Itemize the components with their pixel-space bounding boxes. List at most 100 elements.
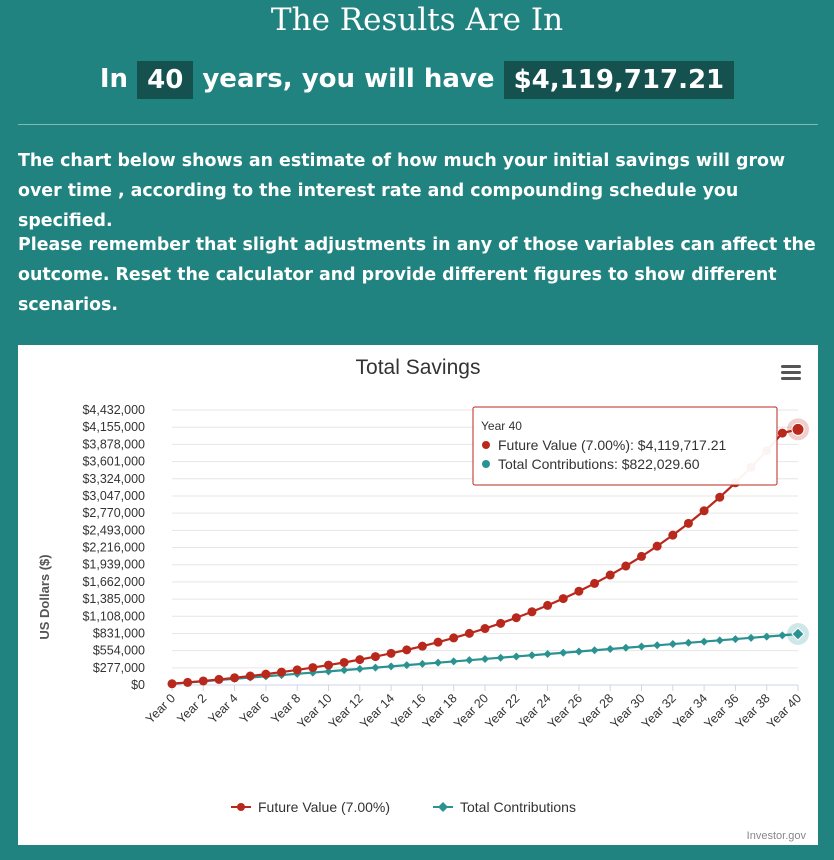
y-tick-label: $554,000 (93, 644, 145, 658)
data-point[interactable] (370, 652, 380, 662)
data-point[interactable] (340, 666, 349, 675)
summary-prefix: In (99, 64, 129, 94)
data-point[interactable] (731, 635, 740, 644)
data-point[interactable] (230, 673, 240, 683)
data-point[interactable] (652, 541, 662, 551)
data-point[interactable] (183, 677, 193, 687)
x-tick-label: Year 40 (764, 691, 804, 731)
y-tick-label: $831,000 (93, 626, 145, 640)
divider (18, 124, 818, 125)
years-badge: 40 (137, 60, 194, 99)
data-point[interactable] (355, 655, 365, 665)
tooltip-future-marker (482, 441, 490, 449)
data-point[interactable] (418, 659, 427, 668)
y-tick-label: $2,770,000 (82, 506, 145, 520)
data-point[interactable] (480, 624, 490, 634)
data-point[interactable] (308, 663, 318, 673)
y-tick-label: $3,601,000 (82, 455, 145, 469)
data-point[interactable] (590, 578, 600, 588)
y-tick-label: $3,047,000 (82, 489, 145, 503)
data-point[interactable] (464, 628, 474, 638)
tooltip-future-value: Future Value (7.00%): $4,119,717.21 (498, 437, 727, 453)
data-point[interactable] (465, 656, 474, 665)
data-point[interactable] (605, 570, 615, 580)
data-point[interactable] (167, 679, 177, 689)
data-point[interactable] (292, 665, 302, 675)
data-point[interactable] (449, 633, 459, 643)
data-point[interactable] (543, 600, 553, 610)
data-point[interactable] (527, 651, 536, 660)
data-point[interactable] (417, 641, 427, 651)
data-point[interactable] (791, 422, 805, 436)
y-tick-label: $1,108,000 (82, 609, 145, 623)
x-tick-label: Year 2 (174, 691, 209, 726)
data-point[interactable] (621, 561, 631, 571)
data-point[interactable] (543, 649, 552, 658)
tooltip-title: Year 40 (481, 419, 522, 433)
data-point[interactable] (715, 636, 724, 645)
data-point[interactable] (371, 663, 380, 672)
data-point[interactable] (683, 518, 693, 528)
data-point[interactable] (198, 676, 208, 686)
data-point[interactable] (637, 551, 646, 561)
y-axis-title: US Dollars ($) (37, 554, 52, 639)
data-point[interactable] (433, 637, 443, 647)
data-point[interactable] (245, 671, 255, 681)
data-point[interactable] (386, 648, 396, 658)
data-point[interactable] (402, 645, 412, 655)
data-point[interactable] (277, 667, 287, 677)
data-point[interactable] (481, 654, 489, 663)
y-tick-label: $4,432,000 (82, 403, 145, 417)
amount-badge: $4,119,717.21 (503, 60, 735, 99)
y-tick-label: $2,493,000 (82, 523, 145, 537)
data-point[interactable] (559, 648, 568, 657)
chart-credits[interactable]: Investor.gov (747, 830, 807, 842)
data-point[interactable] (778, 631, 787, 640)
legend-label-future-value: Future Value (7.00%) (258, 799, 390, 815)
chart-card: Total Savings US Dollars ($) $0 $277,000 $… (18, 345, 818, 845)
y-tick-label: $1,385,000 (82, 592, 145, 606)
data-point[interactable] (387, 662, 396, 671)
summary-middle: years, you will have (202, 64, 495, 94)
disclaimer-paragraph: Please remember that slight adjustments … (18, 235, 816, 315)
data-point[interactable] (684, 638, 693, 647)
data-point[interactable] (449, 657, 458, 666)
data-point[interactable] (558, 594, 568, 604)
data-point[interactable] (606, 645, 615, 654)
legend-item-future-value[interactable]: Future Value (7.00%) (231, 799, 390, 815)
data-point[interactable] (668, 640, 677, 649)
legend-label-total-contributions: Total Contributions (460, 799, 576, 815)
data-point[interactable] (777, 428, 787, 438)
data-point[interactable] (668, 530, 678, 540)
x-tick-label: Year 4 (206, 691, 241, 726)
data-point[interactable] (511, 613, 521, 623)
data-point[interactable] (715, 492, 725, 502)
data-point[interactable] (574, 586, 584, 596)
legend-item-total-contributions[interactable]: Total Contributions (433, 799, 576, 815)
x-tick-label: Year 0 (143, 691, 178, 726)
data-point[interactable] (512, 652, 521, 661)
tooltip-contributions: Total Contributions: $822,029.60 (498, 456, 700, 472)
results-title: The Results Are In (270, 2, 564, 38)
data-point[interactable] (747, 633, 756, 642)
data-point[interactable] (496, 618, 506, 628)
data-point[interactable] (527, 607, 537, 617)
data-point[interactable] (261, 669, 271, 679)
chart-menu-icon[interactable] (780, 363, 802, 383)
total-savings-chart: Total Savings US Dollars ($) $0$277,000$… (37, 356, 809, 842)
data-point[interactable] (339, 657, 349, 667)
data-point[interactable] (699, 506, 709, 516)
data-point[interactable] (574, 647, 583, 656)
y-tick-label: $0 (131, 678, 145, 692)
data-point[interactable] (590, 646, 599, 655)
y-tick-label: $1,662,000 (82, 575, 145, 589)
data-point[interactable] (700, 637, 709, 646)
data-point[interactable] (324, 660, 333, 670)
chart-title: Total Savings (356, 356, 481, 379)
data-point[interactable] (496, 653, 505, 662)
data-point[interactable] (653, 641, 662, 650)
data-point[interactable] (355, 664, 364, 673)
data-point[interactable] (214, 674, 224, 684)
data-point[interactable] (637, 642, 646, 651)
data-point[interactable] (434, 658, 443, 667)
